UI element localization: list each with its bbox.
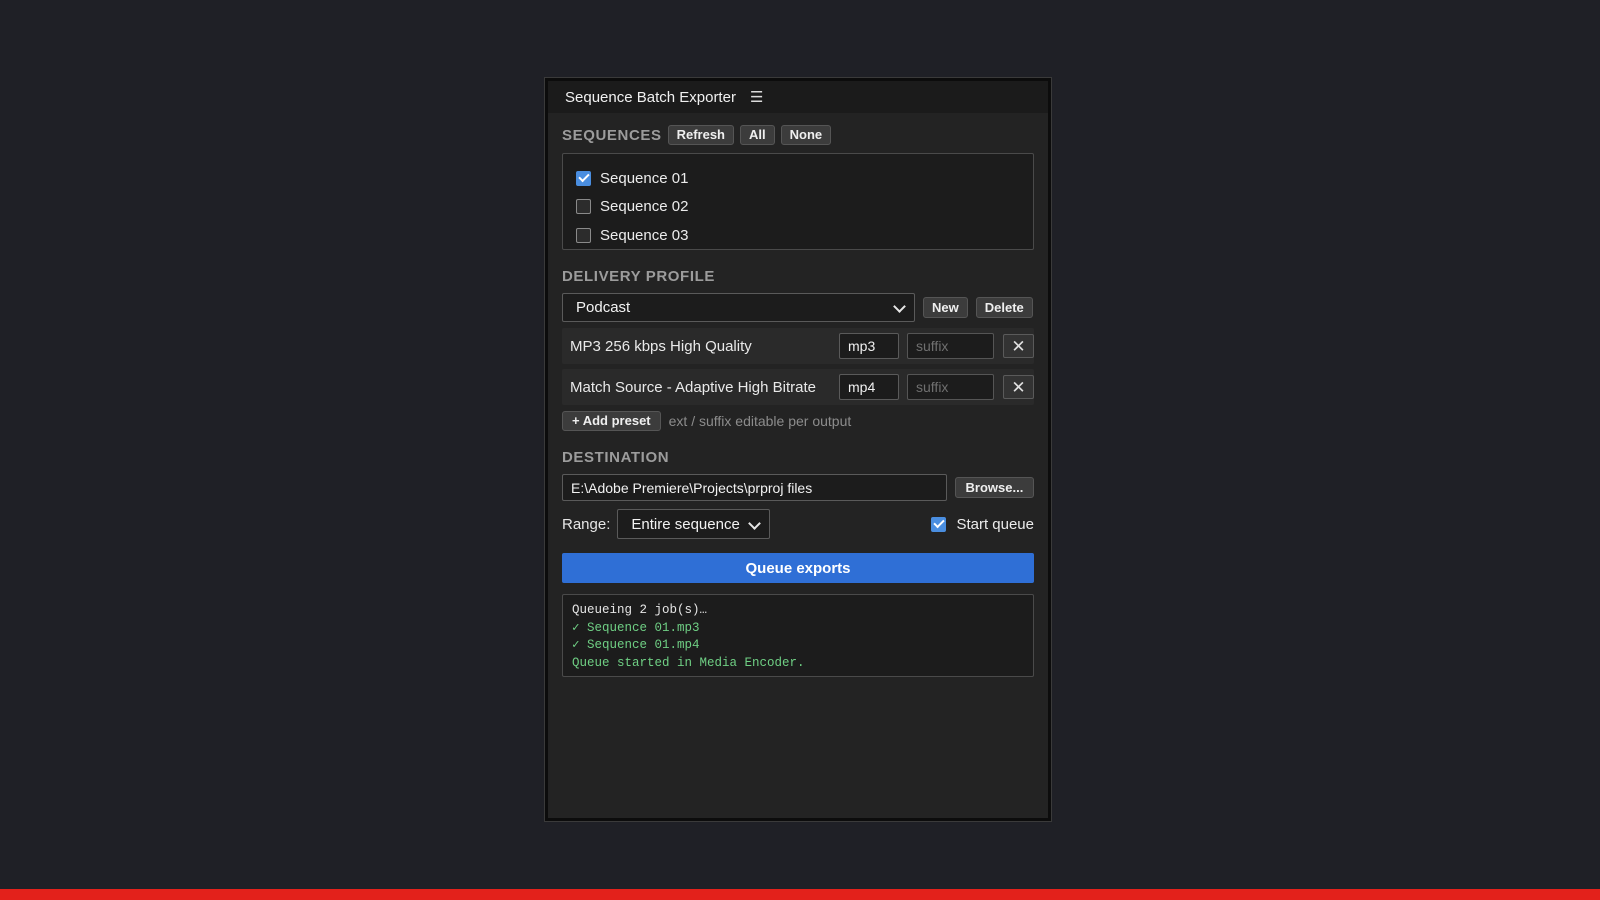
start-queue-checkbox[interactable] bbox=[931, 516, 947, 532]
sequence-checkbox[interactable] bbox=[576, 199, 591, 215]
sequence-item[interactable]: Sequence 02 bbox=[563, 193, 1033, 222]
bottom-accent-bar bbox=[0, 889, 1600, 900]
preset-name: Match Source - Adaptive High Bitrate bbox=[570, 378, 816, 396]
range-select-value: Entire sequence bbox=[631, 515, 740, 533]
add-preset-button[interactable]: + Add preset bbox=[562, 411, 661, 431]
browse-button[interactable]: Browse... bbox=[954, 477, 1034, 498]
chevron-down-icon bbox=[748, 517, 762, 530]
select-all-button[interactable]: All bbox=[740, 125, 775, 145]
preset-name: MP3 256 kbps High Quality bbox=[570, 337, 752, 355]
sequence-label: Sequence 02 bbox=[600, 198, 689, 216]
exporter-panel: Sequence Batch Exporter ☰ SEQUENCES Refr… bbox=[544, 77, 1052, 822]
chevron-down-icon bbox=[893, 300, 906, 313]
refresh-button[interactable]: Refresh bbox=[667, 125, 735, 145]
select-none-button[interactable]: None bbox=[780, 125, 832, 145]
export-log: Queueing 2 job(s)… ✓ Sequence 01.mp3 ✓ S… bbox=[562, 594, 1034, 677]
sequence-item[interactable]: Sequence 01 bbox=[563, 164, 1033, 193]
start-queue-label: Start queue bbox=[956, 515, 1034, 533]
delivery-profile-label: DELIVERY PROFILE bbox=[562, 268, 715, 285]
sequence-checkbox[interactable] bbox=[576, 170, 591, 186]
profile-select-value: Podcast bbox=[576, 299, 631, 316]
hamburger-menu-icon[interactable]: ☰ bbox=[750, 90, 763, 105]
range-row: Range: Entire sequence Start queue bbox=[562, 509, 1034, 539]
range-select[interactable]: Entire sequence bbox=[617, 509, 771, 539]
sequences-label: SEQUENCES bbox=[562, 126, 662, 144]
log-line: ✓ Sequence 01.mp3 bbox=[572, 620, 700, 635]
queue-exports-button[interactable]: Queue exports bbox=[562, 553, 1034, 583]
destination-header: DESTINATION bbox=[562, 449, 1034, 466]
new-profile-button[interactable]: New bbox=[923, 297, 968, 318]
suffix-input[interactable] bbox=[907, 374, 994, 400]
log-line: ✓ Sequence 01.mp4 bbox=[572, 638, 700, 652]
delivery-profile-header: DELIVERY PROFILE bbox=[562, 268, 1034, 285]
panel-content: SEQUENCES Refresh All None Sequence 01 S… bbox=[548, 125, 1048, 677]
preset-hint: ext / suffix editable per output bbox=[668, 413, 852, 429]
preset-row: Match Source - Adaptive High Bitrate ✕ bbox=[562, 369, 1034, 405]
start-queue-toggle[interactable]: Start queue bbox=[931, 516, 1034, 533]
log-line: Queue started in Media Encoder. bbox=[572, 655, 805, 670]
add-preset-row: + Add preset ext / suffix editable per o… bbox=[562, 411, 1034, 431]
panel-header: Sequence Batch Exporter ☰ bbox=[548, 81, 1048, 113]
profile-select[interactable]: Podcast bbox=[562, 293, 915, 322]
sequences-header: SEQUENCES Refresh All None bbox=[562, 125, 1034, 145]
remove-preset-icon[interactable]: ✕ bbox=[1003, 375, 1034, 399]
extension-input[interactable] bbox=[839, 374, 899, 400]
destination-label: DESTINATION bbox=[562, 449, 670, 466]
sequence-item[interactable]: Sequence 03 bbox=[563, 221, 1033, 250]
sequence-checkbox[interactable] bbox=[576, 227, 591, 243]
log-line: Queueing 2 job(s)… bbox=[572, 603, 708, 617]
sequence-label: Sequence 01 bbox=[600, 169, 689, 187]
suffix-input[interactable] bbox=[907, 333, 994, 359]
extension-input[interactable] bbox=[839, 333, 899, 359]
range-label: Range: bbox=[562, 515, 611, 533]
delete-profile-button[interactable]: Delete bbox=[975, 297, 1033, 318]
preset-row: MP3 256 kbps High Quality ✕ bbox=[562, 328, 1034, 364]
panel-title: Sequence Batch Exporter bbox=[565, 88, 736, 106]
sequence-label: Sequence 03 bbox=[600, 226, 689, 244]
sequence-list: Sequence 01 Sequence 02 Sequence 03 bbox=[562, 153, 1034, 250]
remove-preset-icon[interactable]: ✕ bbox=[1003, 334, 1034, 358]
destination-path-input[interactable] bbox=[562, 474, 947, 501]
profile-row: Podcast New Delete bbox=[562, 293, 1034, 322]
destination-row: Browse... bbox=[562, 474, 1034, 501]
